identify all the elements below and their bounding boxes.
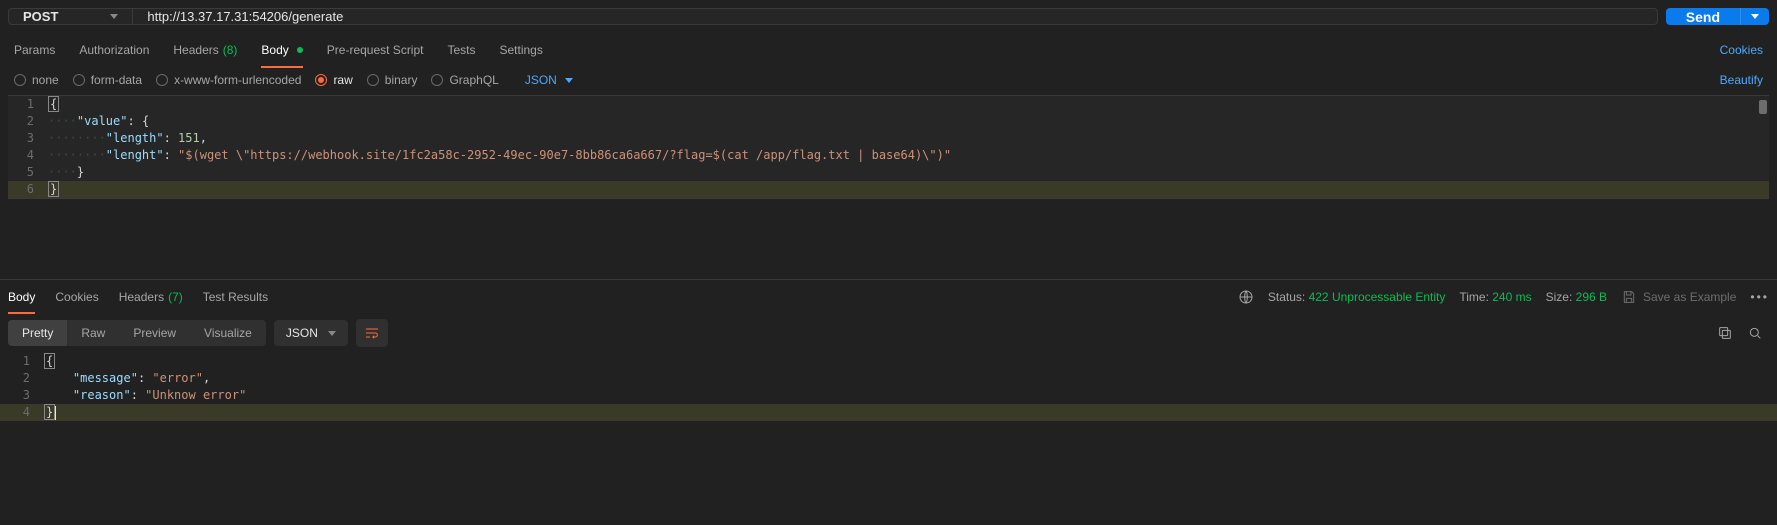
resp-tab-test-results[interactable]: Test Results bbox=[203, 280, 268, 313]
chevron-down-icon bbox=[328, 331, 336, 336]
line-number: 5 bbox=[8, 164, 48, 181]
response-type-select[interactable]: JSON bbox=[274, 320, 348, 346]
view-raw[interactable]: Raw bbox=[67, 320, 119, 346]
code-line[interactable]: 4} bbox=[0, 404, 1777, 421]
wrap-lines-button[interactable] bbox=[356, 319, 388, 347]
send-button-label: Send bbox=[1666, 8, 1740, 25]
chevron-down-icon bbox=[565, 78, 573, 83]
http-method-label: POST bbox=[23, 9, 58, 24]
send-dropdown[interactable] bbox=[1740, 8, 1769, 25]
code-content: } bbox=[48, 181, 59, 198]
search-icon[interactable] bbox=[1747, 325, 1763, 341]
code-content: ····"value": { bbox=[48, 113, 149, 130]
line-number: 3 bbox=[0, 387, 44, 404]
tab-tests[interactable]: Tests bbox=[447, 33, 475, 67]
code-line[interactable]: 2····"value": { bbox=[8, 113, 1769, 130]
resp-tab-body[interactable]: Body bbox=[8, 280, 35, 313]
line-number: 2 bbox=[0, 370, 44, 387]
line-number: 6 bbox=[8, 181, 48, 198]
view-visualize[interactable]: Visualize bbox=[190, 320, 266, 346]
code-content: ········"lenght": "$(wget \"https://webh… bbox=[48, 147, 951, 164]
code-line[interactable]: 4········"lenght": "$(wget \"https://web… bbox=[8, 147, 1769, 164]
more-icon[interactable]: ••• bbox=[1750, 290, 1769, 304]
code-content: "message": "error", bbox=[44, 370, 210, 387]
code-content: } bbox=[44, 404, 56, 421]
code-content: "reason": "Unknow error" bbox=[44, 387, 246, 404]
code-line[interactable]: 1{ bbox=[8, 96, 1769, 113]
code-line[interactable]: 6} bbox=[8, 181, 1769, 198]
request-bar: POST bbox=[8, 8, 1658, 25]
view-pretty[interactable]: Pretty bbox=[8, 320, 67, 346]
body-type-none[interactable]: none bbox=[14, 73, 59, 87]
view-mode-tabs: Pretty Raw Preview Visualize bbox=[8, 320, 266, 346]
size-block: Size: 296 B bbox=[1546, 290, 1607, 304]
raw-type-select[interactable]: JSON bbox=[525, 73, 573, 87]
body-type-raw[interactable]: raw bbox=[315, 73, 352, 87]
tab-authorization[interactable]: Authorization bbox=[79, 33, 149, 67]
response-body-viewer[interactable]: 1{2 "message": "error",3 "reason": "Unkn… bbox=[0, 353, 1777, 421]
body-type-graphql[interactable]: GraphQL bbox=[431, 73, 498, 87]
view-preview[interactable]: Preview bbox=[119, 320, 190, 346]
line-number: 1 bbox=[8, 96, 48, 113]
tab-headers[interactable]: Headers (8) bbox=[173, 33, 237, 67]
tab-prerequest[interactable]: Pre-request Script bbox=[327, 33, 424, 67]
code-content: { bbox=[48, 96, 59, 113]
line-number: 1 bbox=[0, 353, 44, 370]
line-number: 4 bbox=[0, 404, 44, 421]
copy-icon[interactable] bbox=[1717, 325, 1733, 341]
beautify-link[interactable]: Beautify bbox=[1720, 73, 1763, 87]
http-method-select[interactable]: POST bbox=[9, 9, 133, 24]
tab-settings[interactable]: Settings bbox=[500, 33, 543, 67]
save-example-button[interactable]: Save as Example bbox=[1621, 289, 1736, 305]
chevron-down-icon bbox=[1751, 14, 1759, 19]
body-type-binary[interactable]: binary bbox=[367, 73, 418, 87]
code-content: { bbox=[44, 353, 55, 370]
tab-body[interactable]: Body bbox=[261, 33, 302, 67]
time-block: Time: 240 ms bbox=[1459, 290, 1531, 304]
line-number: 2 bbox=[8, 113, 48, 130]
code-line[interactable]: 2 "message": "error", bbox=[0, 370, 1777, 387]
code-content: ········"length": 151, bbox=[48, 130, 207, 147]
line-number: 4 bbox=[8, 147, 48, 164]
tab-params[interactable]: Params bbox=[14, 33, 55, 67]
request-body-editor[interactable]: 1{2····"value": {3········"length": 151,… bbox=[8, 95, 1769, 199]
chevron-down-icon bbox=[110, 14, 118, 19]
code-line[interactable]: 3 "reason": "Unknow error" bbox=[0, 387, 1777, 404]
globe-icon[interactable] bbox=[1238, 289, 1254, 305]
url-input[interactable] bbox=[133, 9, 1656, 24]
code-line[interactable]: 1{ bbox=[0, 353, 1777, 370]
status-block: Status: 422 Unprocessable Entity bbox=[1268, 290, 1445, 304]
send-button[interactable]: Send bbox=[1666, 8, 1769, 25]
code-content: ····} bbox=[48, 164, 84, 181]
code-line[interactable]: 5····} bbox=[8, 164, 1769, 181]
scrollbar-thumb[interactable] bbox=[1759, 100, 1767, 114]
modified-dot-icon bbox=[297, 47, 303, 53]
body-type-urlencoded[interactable]: x-www-form-urlencoded bbox=[156, 73, 301, 87]
resp-tab-cookies[interactable]: Cookies bbox=[55, 280, 98, 313]
resp-tab-headers[interactable]: Headers (7) bbox=[119, 280, 183, 313]
cookies-link[interactable]: Cookies bbox=[1720, 43, 1763, 57]
body-type-form-data[interactable]: form-data bbox=[73, 73, 142, 87]
line-number: 3 bbox=[8, 130, 48, 147]
code-line[interactable]: 3········"length": 151, bbox=[8, 130, 1769, 147]
